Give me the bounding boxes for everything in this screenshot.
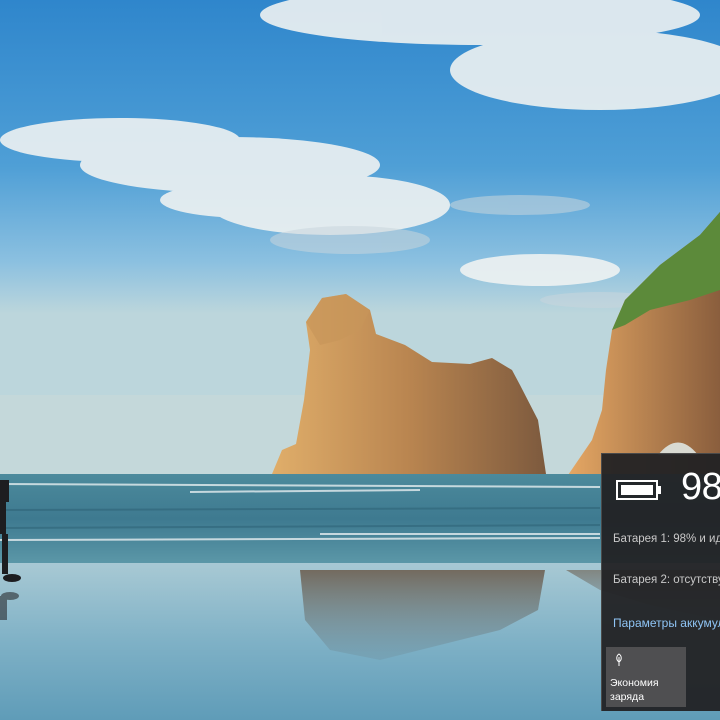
desktop[interactable]: 98% Батарея 1: 98% и идёт зарядка Батаре… [0,0,720,720]
battery-header: 98% [602,454,720,524]
battery-saver-label: Экономия заряда [610,677,659,703]
battery-1-status: Батарея 1: 98% и идёт зарядка [613,533,720,545]
battery-2-status: Батарея 2: отсутствует [613,574,720,586]
battery-full-icon [616,480,661,500]
leaf-icon [616,653,622,666]
battery-percent: 98% [681,466,720,508]
battery-saver-tile[interactable]: Экономия заряда [606,647,686,707]
battery-settings-link[interactable]: Параметры аккумулятора [613,616,720,630]
battery-flyout: 98% Батарея 1: 98% и идёт зарядка Батаре… [601,453,720,711]
